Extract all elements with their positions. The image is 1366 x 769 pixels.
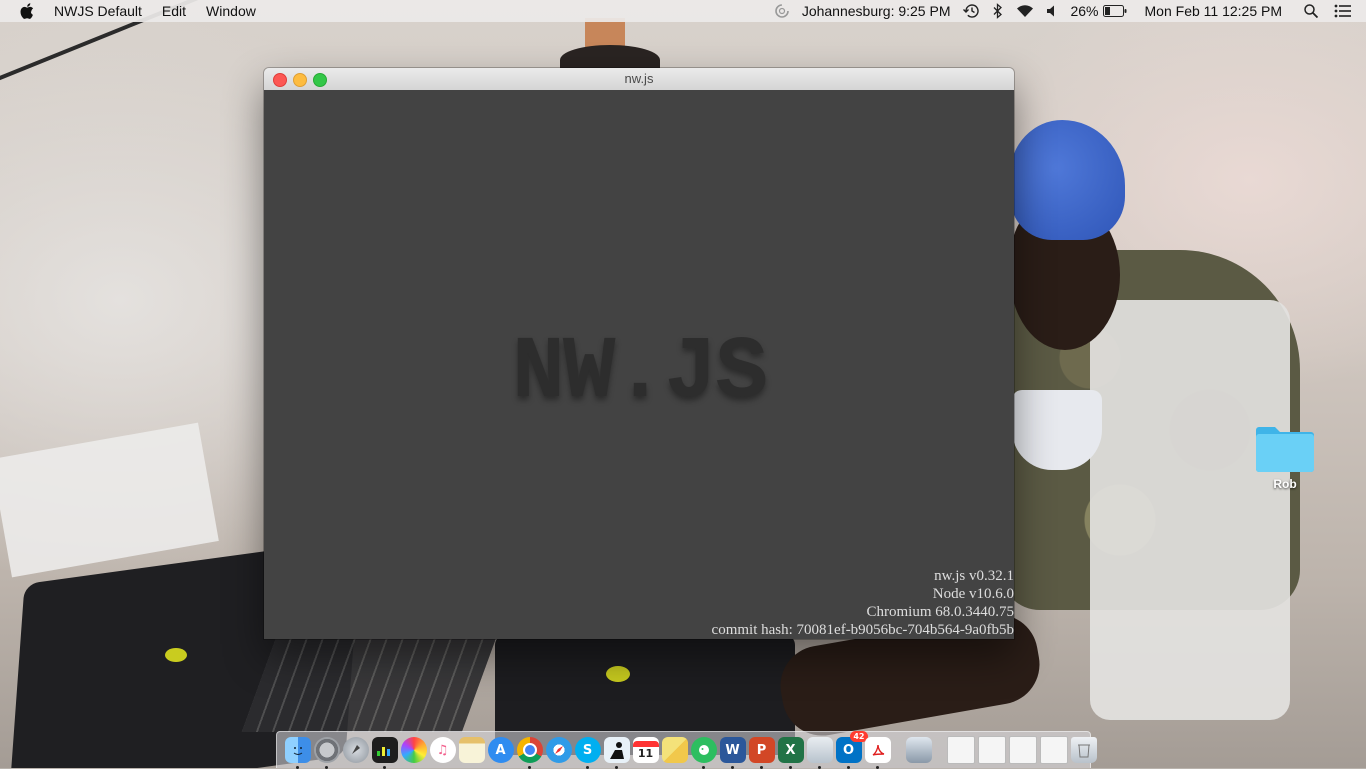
version-chromium: Chromium 68.0.3440.75 <box>866 604 1014 620</box>
volume-icon[interactable] <box>1046 4 1058 18</box>
dock-word[interactable]: W <box>719 737 746 769</box>
sync-icon[interactable] <box>774 3 790 19</box>
window-title: nw.js <box>624 71 654 86</box>
dock-powerpoint[interactable]: P <box>748 737 775 769</box>
dock-notes[interactable] <box>458 737 485 763</box>
dock-activity-monitor[interactable] <box>371 737 398 769</box>
dock-minimized-window-4[interactable] <box>1039 736 1068 764</box>
dock-skype[interactable]: S <box>574 737 601 769</box>
rocket-icon <box>351 745 360 754</box>
calendar-day: 11 <box>637 746 654 760</box>
dock-safari[interactable] <box>545 737 572 763</box>
elephant-icon <box>698 745 709 755</box>
chart-icon <box>376 747 390 756</box>
compass-icon <box>554 746 563 754</box>
menu-edit[interactable]: Edit <box>162 0 186 22</box>
dock-photos[interactable] <box>400 737 427 763</box>
folder-label: Rob <box>1273 477 1297 491</box>
battery-percent[interactable]: 26% <box>1070 0 1098 22</box>
menu-bar: NWJS Default Edit Window Johannesburg: 9… <box>0 0 1366 22</box>
dock-calendar[interactable]: 11 <box>632 737 659 763</box>
wifi-icon[interactable] <box>1016 4 1034 18</box>
menubar-datetime[interactable]: Mon Feb 11 12:25 PM <box>1145 0 1282 22</box>
window-titlebar[interactable]: nw.js <box>264 68 1014 91</box>
dock-minimized-window-1[interactable] <box>946 736 975 764</box>
dock-kindle[interactable] <box>603 737 630 769</box>
window-content: NW.JS nw.js v0.32.1 Node v10.6.0 Chromiu… <box>264 90 1014 639</box>
notification-center-icon[interactable] <box>1334 4 1352 18</box>
dock-launchpad[interactable] <box>342 737 369 763</box>
trash-icon <box>1077 744 1090 758</box>
folder-icon[interactable] <box>1254 424 1316 474</box>
spotlight-search-icon[interactable] <box>1304 4 1318 18</box>
time-machine-icon[interactable] <box>962 3 980 19</box>
apple-menu-icon[interactable] <box>18 0 36 22</box>
dock-minimized-window-3[interactable] <box>1008 736 1037 764</box>
dock-stickies[interactable] <box>661 737 688 763</box>
bluetooth-icon[interactable] <box>992 3 1004 19</box>
finder-face-icon <box>293 747 302 755</box>
dock-finder[interactable] <box>284 737 311 769</box>
version-info: nw.js v0.32.1 Node v10.6.0 Chromium 68.0… <box>712 567 1014 639</box>
dock-evernote[interactable] <box>690 737 717 769</box>
pdf-icon <box>872 744 884 756</box>
version-commit-hash: commit hash: 70081ef-b9056bc-704b564-9a0… <box>711 622 1014 638</box>
dock-acrobat[interactable] <box>864 737 891 769</box>
dock-trash[interactable] <box>1070 737 1097 763</box>
dock-itunes[interactable]: ♫ <box>429 737 456 763</box>
dock-preview[interactable] <box>806 737 833 769</box>
dock-app-store[interactable]: A <box>487 737 514 763</box>
nwjs-window: nw.js NW.JS nw.js v0.32.1 Node v10.6.0 C… <box>264 68 1014 639</box>
battery-icon[interactable] <box>1102 5 1127 17</box>
desktop-folder-rob[interactable]: Rob <box>1250 424 1320 491</box>
dock-system-preferences[interactable] <box>313 737 340 769</box>
menu-window[interactable]: Window <box>206 0 256 22</box>
dock-minimized-window-2[interactable] <box>977 736 1006 764</box>
world-clock[interactable]: Johannesburg: 9:25 PM <box>802 0 951 22</box>
nwjs-logo: NW.JS <box>511 324 768 423</box>
reader-icon <box>609 742 624 759</box>
dock-chrome[interactable] <box>516 737 543 769</box>
version-node: Node v10.6.0 <box>932 586 1014 602</box>
dock-screenshot-tool[interactable] <box>905 737 932 763</box>
version-nwjs: nw.js v0.32.1 <box>934 568 1014 584</box>
menu-app-name[interactable]: NWJS Default <box>54 0 142 22</box>
dock-outlook[interactable]: O 42 <box>835 731 868 769</box>
dock: ♫ A S 11 W P X O 42 <box>276 731 1097 769</box>
dock-excel[interactable]: X <box>777 737 804 769</box>
